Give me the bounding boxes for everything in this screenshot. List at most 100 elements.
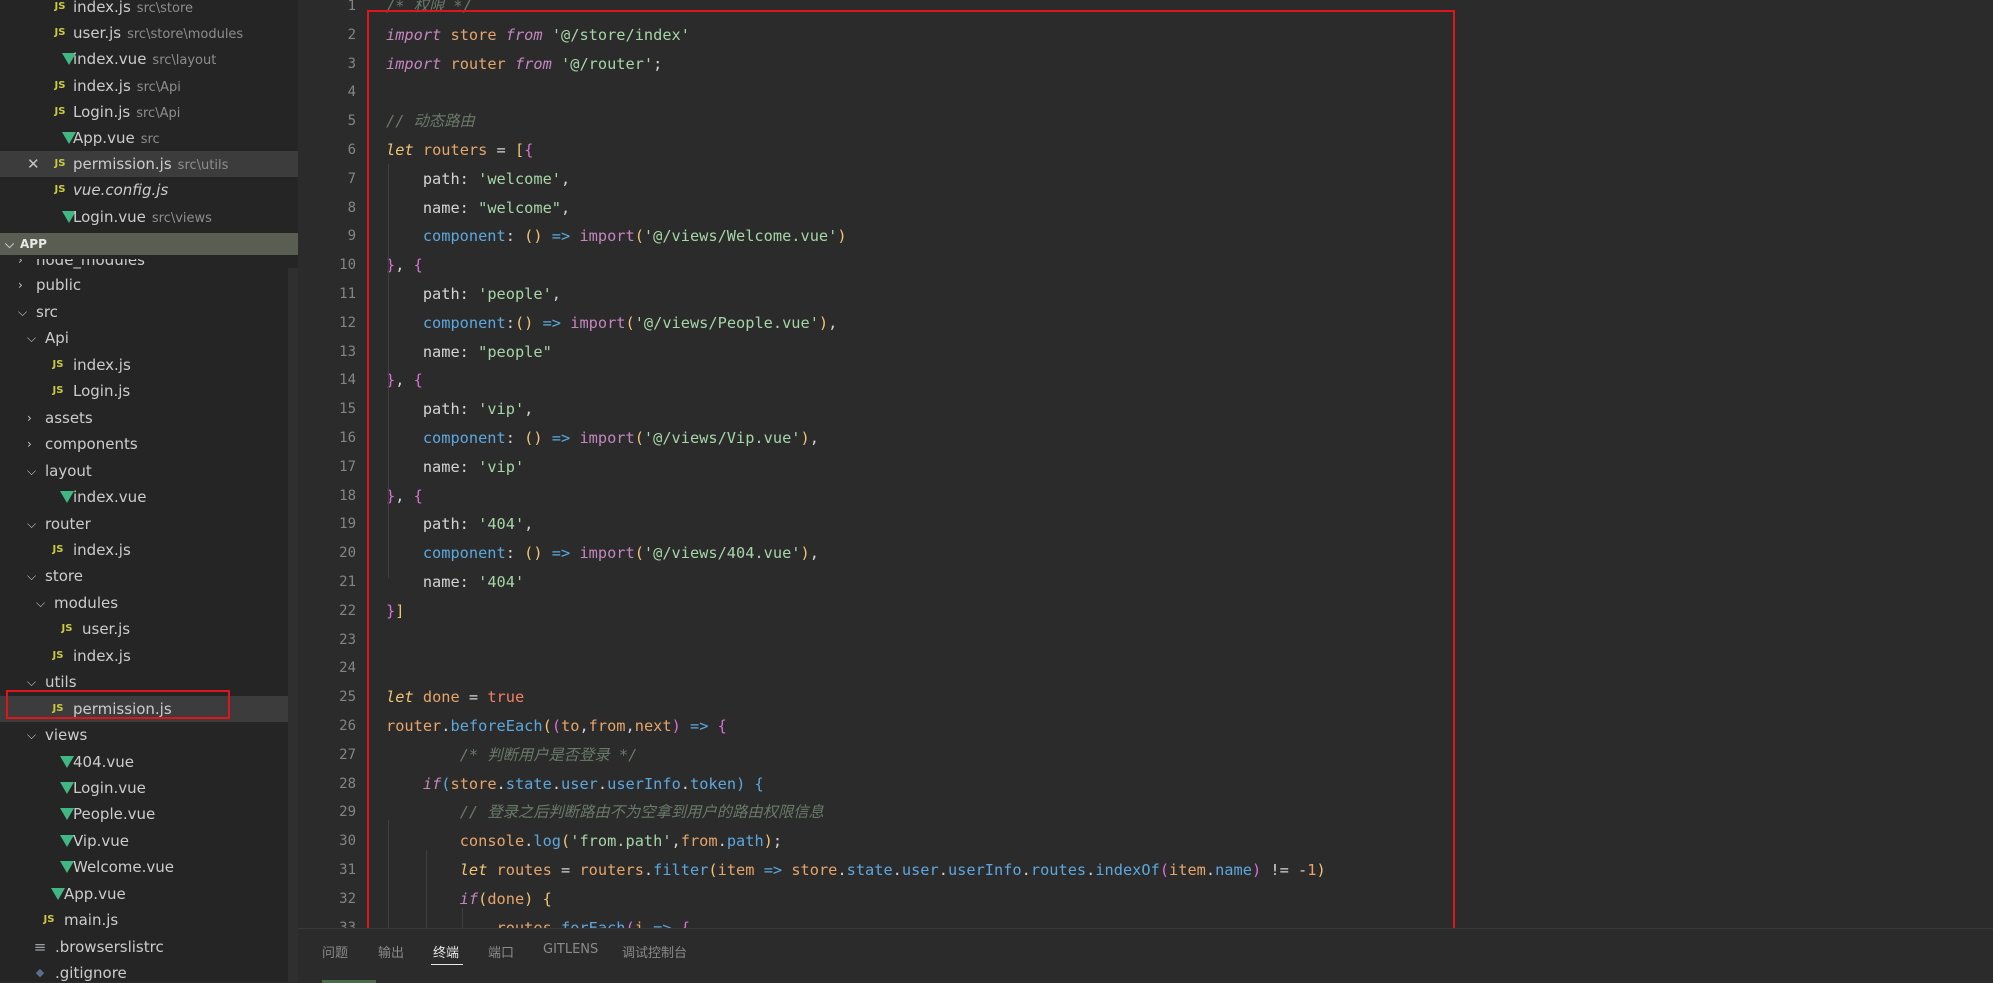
tree-item-label: store (45, 567, 83, 586)
line-number: 20 (339, 545, 356, 562)
tree-item-404-vue[interactable]: 404.vue (0, 749, 298, 775)
tree-item-views[interactable]: ⌵ views (0, 722, 298, 748)
open-editor-item[interactable]: index.vue src\layout (0, 46, 298, 72)
file-name: index.js (73, 0, 131, 16)
line-number: 15 (339, 401, 356, 418)
open-editor-label: user.js src\store\modules (73, 20, 243, 48)
tree-item-store[interactable]: ⌵ store (0, 563, 298, 589)
vue-logo-icon (60, 491, 74, 504)
tree-item-user-js[interactable]: JS user.js (0, 616, 298, 642)
open-editor-item[interactable]: JS index.js src\Api (0, 73, 298, 99)
explorer-section-header[interactable]: ⌵ APP (0, 233, 298, 255)
tree-item-router[interactable]: ⌵ router (0, 511, 298, 537)
tree-item-index-vue[interactable]: index.vue (0, 484, 298, 510)
panel-tab[interactable]: GITLENS (543, 942, 598, 957)
vue-logo-icon (60, 782, 74, 794)
panel-tab[interactable]: 输出 (378, 942, 404, 961)
file-name: Login.vue (73, 207, 146, 226)
line-number: 21 (339, 574, 356, 590)
line-number: 2 (347, 26, 356, 43)
tree-item-label: .browserslistrc (55, 937, 164, 956)
line-number: 32 (339, 890, 356, 907)
file-name: Login.js (73, 102, 131, 121)
tree-item-welcome-vue[interactable]: Welcome.vue (0, 854, 298, 880)
tree-item-label: Api (45, 329, 69, 348)
tree-item-label: layout (45, 461, 92, 480)
js-file-icon: JS (52, 543, 64, 555)
panel-tab[interactable]: 调试控制台 (622, 942, 687, 961)
tree-item-assets[interactable]: › assets (0, 405, 298, 431)
open-editor-item[interactable]: Login.vue src\views (0, 204, 298, 230)
tree-item-login-js[interactable]: JS Login.js (0, 378, 298, 404)
tree-item-index-js[interactable]: JS index.js (0, 643, 298, 669)
open-editor-item[interactable]: App.vue src (0, 125, 298, 151)
line-number: 30 (339, 833, 356, 850)
tree-item-components[interactable]: › components (0, 431, 298, 457)
tree-item--browserslistrc[interactable]: ≡ .browserslistrc (0, 934, 298, 960)
open-editor-item[interactable]: ✕ JS permission.js src\utils (0, 151, 298, 179)
open-editor-label: Login.vue src\views (73, 204, 212, 232)
tree-item-label: main.js (64, 911, 119, 930)
tree-item-login-vue[interactable]: Login.vue (0, 775, 298, 801)
tree-item-label: People.vue (73, 805, 156, 824)
tree-item-label: 404.vue (73, 752, 135, 771)
open-editor-label: index.js src\store (73, 0, 193, 22)
line-number: 19 (339, 516, 356, 533)
tree-item-label: public (36, 276, 82, 295)
file-name: vue.config.js (73, 181, 169, 200)
line-number: 17 (339, 458, 356, 475)
tree-item-label: index.js (73, 646, 131, 665)
js-file-icon: JS (43, 914, 55, 926)
tree-item--gitignore[interactable]: ◆ .gitignore (0, 960, 298, 982)
line-number: 6 (347, 142, 356, 158)
vue-logo-icon (60, 808, 74, 821)
tree-item-label: modules (54, 593, 119, 612)
line-number: 16 (339, 430, 356, 446)
chevron-down-icon: ⌵ (5, 237, 15, 251)
tree-item-src[interactable]: ⌵ src (0, 299, 298, 325)
sidebar-scrollbar[interactable] (288, 268, 298, 982)
file-path: src\layout (152, 53, 217, 69)
line-number: 1 (347, 0, 356, 14)
tree-item-public[interactable]: › public (0, 272, 298, 298)
line-number: 23 (339, 631, 356, 648)
tree-item-index-js[interactable]: JS index.js (0, 352, 298, 378)
file-path: src\views (151, 210, 212, 226)
js-file-icon: JS (54, 27, 66, 39)
tree-item-label: index.vue (73, 488, 147, 507)
open-editor-item[interactable]: JS vue.config.js (0, 177, 298, 203)
panel-tab[interactable]: 终端 (433, 942, 459, 961)
tree-item-vip-vue[interactable]: Vip.vue (0, 828, 298, 854)
line-number: 3 (347, 55, 356, 72)
file-path: src (140, 132, 160, 147)
file-path: src\Api (136, 105, 181, 121)
file-name: index.js (73, 76, 131, 95)
section-title: APP (20, 237, 47, 251)
open-editor-label: permission.js src\utils (73, 151, 228, 179)
file-name: permission.js (73, 155, 172, 174)
tree-item-main-js[interactable]: JS main.js (0, 907, 298, 933)
tree-item-layout[interactable]: ⌵ layout (0, 458, 298, 484)
tree-item-app-vue[interactable]: App.vue (0, 881, 298, 907)
open-editor-item[interactable]: JS Login.js src\Api (0, 99, 298, 125)
tree-item-label: index.js (73, 540, 131, 559)
open-editor-item[interactable]: JS index.js src\store (0, 0, 298, 20)
line-number: 27 (339, 746, 356, 763)
panel-tab[interactable]: 端口 (488, 942, 514, 961)
tree-item-label: Vip.vue (73, 831, 130, 850)
tree-item-index-js[interactable]: JS index.js (0, 537, 298, 563)
tree-item-label: Login.js (73, 382, 131, 401)
line-number: 29 (339, 804, 356, 821)
tree-item-modules[interactable]: ⌵ modules (0, 590, 298, 616)
close-icon[interactable]: ✕ (27, 151, 40, 177)
open-editor-item[interactable]: JS user.js src\store\modules (0, 20, 298, 46)
chevron-right-icon: › (27, 437, 32, 452)
file-path: src\utils (177, 158, 229, 174)
file-name: index.vue (73, 50, 147, 69)
chevron-down-icon: ⌵ (27, 569, 37, 584)
tree-item-people-vue[interactable]: People.vue (0, 801, 298, 827)
explorer-sidebar: JS index.js src\store JS user.js src\store\mo… (0, 0, 298, 982)
panel-tab[interactable]: 问题 (322, 942, 348, 961)
vue-logo-icon (51, 887, 65, 900)
tree-item-api[interactable]: ⌵ Api (0, 325, 298, 351)
